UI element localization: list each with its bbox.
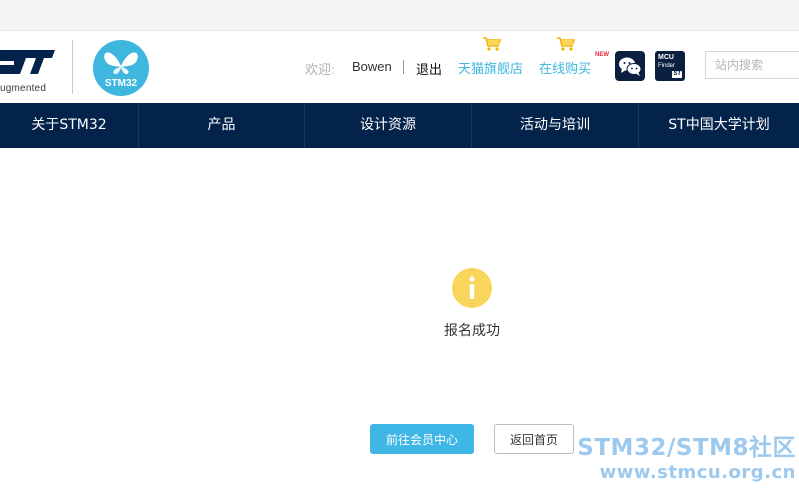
mcu-finder-st-logo: ST [672,71,682,78]
new-badge: NEW [595,52,609,58]
online-buy-link[interactable]: NEW 在线购买 [539,36,613,77]
header-divider [72,40,73,94]
wechat-icon [619,57,642,76]
watermark-line1: STM32/STM8社区 [577,435,796,461]
nav-item-university-program[interactable]: ST中国大学计划 [639,103,799,148]
member-center-button[interactable]: 前往会员中心 [370,424,474,454]
info-icon [452,268,492,308]
tmall-store-link[interactable]: 天猫旗舰店 [458,36,532,77]
site-search-input[interactable] [705,51,799,79]
nav-item-events-training[interactable]: 活动与培训 [472,103,638,148]
status-message: 报名成功 [444,323,500,339]
nav-item-design-resources[interactable]: 设计资源 [305,103,471,148]
st-tagline: ugmented [0,83,47,94]
nav-item-products[interactable]: 产品 [139,103,304,148]
stm32-butterfly-badge[interactable]: STM32 [93,40,149,96]
main-nav: 关于STM32 产品 设计资源 活动与培训 ST中国大学计划 [0,103,799,148]
back-home-button[interactable]: 返回首页 [494,424,574,454]
tmall-store-label: 天猫旗舰店 [458,62,524,77]
mcu-finder-subtitle: Finder [658,63,676,69]
wechat-button[interactable] [615,51,645,81]
mcu-finder-icon: MCU [658,54,674,61]
browser-top-strip [0,0,799,31]
stm32-badge-text: STM32 [105,78,138,89]
cart-icon [483,37,502,51]
logout-link[interactable]: 退出 [416,59,442,78]
watermark: STM32/STM8社区 www.stmcu.org.cn [568,434,796,484]
cart-icon [557,37,576,51]
online-buy-label: 在线购买 [539,62,592,77]
username: Bowen [352,59,392,74]
welcome-label: 欢迎: [305,62,335,77]
nav-item-about-stm32[interactable]: 关于STM32 [0,103,138,148]
st-logo[interactable] [0,40,60,80]
user-separator [403,60,404,74]
mcu-finder-button[interactable]: MCU Finder ST [655,51,685,81]
watermark-line2: www.stmcu.org.cn [599,462,796,483]
